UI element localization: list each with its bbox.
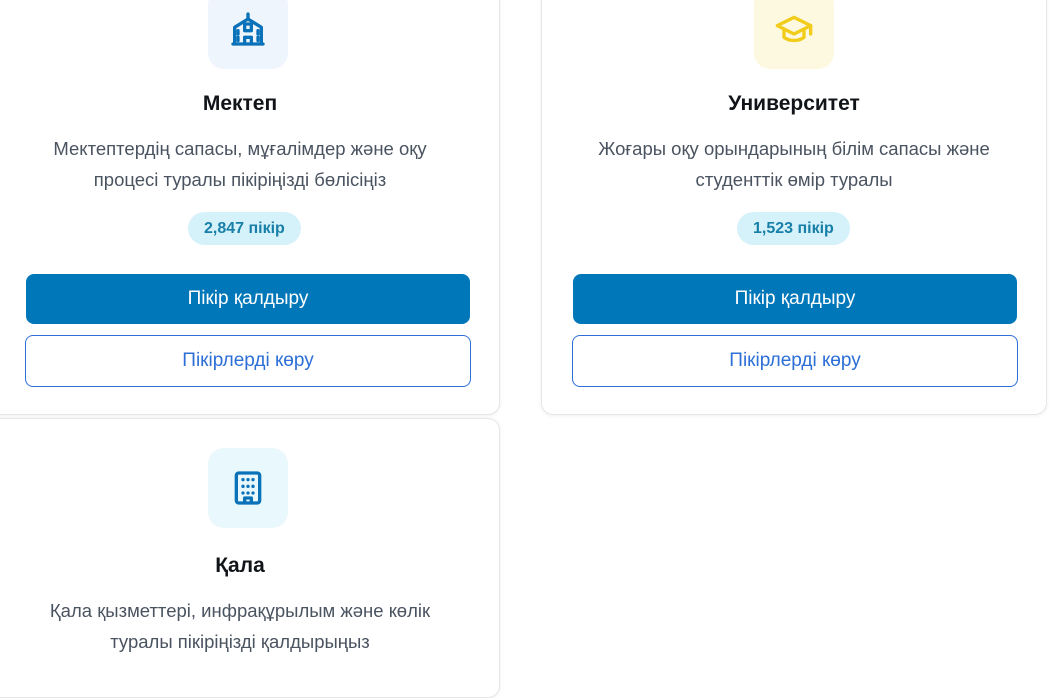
review-count-badge: 2,847 пікір	[188, 212, 301, 245]
category-card-city: Қала Қала қызметтері, инфрақұрылым және …	[0, 418, 500, 698]
review-count-badge: 1,523 пікір	[737, 212, 850, 245]
card-description: Жоғары оқу орындарының білім сапасы және…	[542, 133, 1046, 195]
card-title: Мектеп	[202, 92, 278, 115]
view-reviews-button[interactable]: Пікірлерді көру	[25, 335, 471, 387]
school-icon-box	[208, 0, 288, 69]
leave-review-button[interactable]: Пікір қалдыру	[26, 274, 470, 324]
view-reviews-button[interactable]: Пікірлерді көру	[572, 335, 1018, 387]
card-description-line: туралы пікіріңізді қалдырыңыз	[110, 631, 370, 652]
card-description-line: студенттік өмір туралы	[695, 169, 893, 190]
graduation-cap-icon	[775, 15, 813, 43]
school-icon	[231, 12, 265, 46]
card-title: Қала	[215, 554, 265, 577]
card-description-line: Мектептердің сапасы, мұғалімдер және оқу	[53, 138, 427, 159]
card-description: Қала қызметтері, инфрақұрылым және көлік…	[0, 595, 499, 657]
card-description: Мектептердің сапасы, мұғалімдер және оқу…	[0, 133, 499, 195]
building-icon-box	[208, 448, 288, 528]
card-description-line: Жоғары оқу орындарының білім сапасы және	[598, 138, 990, 159]
leave-review-button[interactable]: Пікір қалдыру	[573, 274, 1017, 324]
card-title: Университет	[728, 92, 860, 115]
card-description-line: процесі туралы пікіріңізді бөлісіңіз	[93, 169, 387, 190]
category-card-school: Мектеп Мектептердің сапасы, мұғалімдер ж…	[0, 0, 500, 415]
card-description-line: Қала қызметтері, инфрақұрылым және көлік	[49, 600, 431, 621]
graduation-icon-box	[754, 0, 834, 69]
building-icon	[234, 471, 262, 505]
category-card-university: Университет Жоғары оқу орындарының білім…	[541, 0, 1047, 415]
